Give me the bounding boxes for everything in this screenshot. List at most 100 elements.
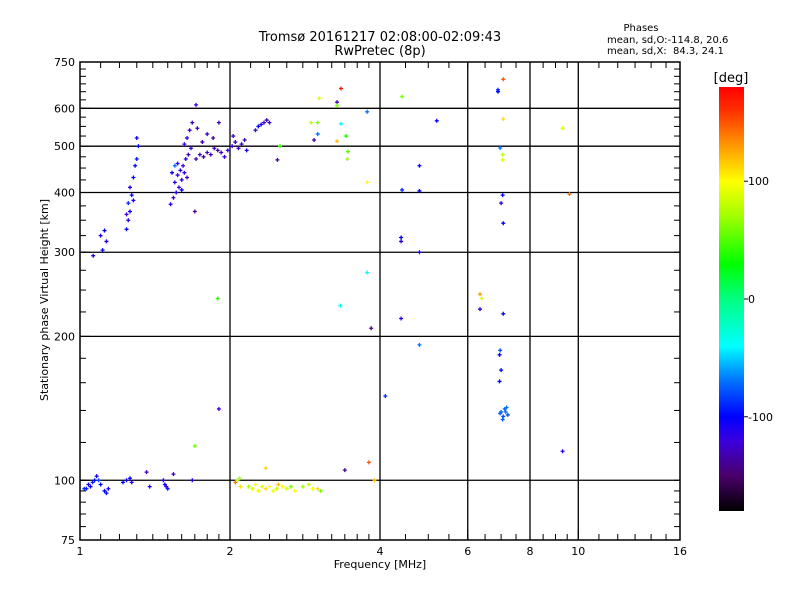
data-point xyxy=(96,478,101,483)
data-point xyxy=(260,484,265,489)
data-point xyxy=(499,201,504,206)
data-point xyxy=(288,484,293,489)
data-point xyxy=(505,412,510,417)
data-point xyxy=(216,406,221,411)
data-point xyxy=(497,352,502,357)
data-point xyxy=(253,482,258,487)
x-tick-label: 10 xyxy=(571,545,585,558)
data-point xyxy=(174,190,179,195)
data-point xyxy=(121,480,126,485)
data-point xyxy=(292,488,297,493)
data-point xyxy=(208,152,213,157)
data-point xyxy=(128,209,133,214)
data-point xyxy=(104,239,109,244)
data-point xyxy=(312,138,317,143)
data-point xyxy=(300,484,305,489)
data-points xyxy=(82,77,572,496)
data-point xyxy=(147,484,152,489)
data-point xyxy=(124,212,129,217)
data-point xyxy=(369,326,374,331)
data-point xyxy=(126,201,131,206)
data-point xyxy=(192,443,197,448)
colorbar-tick-label: 0 xyxy=(748,293,755,306)
data-point xyxy=(235,478,240,483)
data-point xyxy=(230,144,235,149)
data-point xyxy=(318,488,323,493)
data-point xyxy=(201,154,206,159)
data-point xyxy=(275,157,280,162)
data-point xyxy=(263,466,268,471)
data-point xyxy=(338,121,343,126)
data-point xyxy=(342,468,347,473)
colorbar xyxy=(719,87,744,511)
data-point xyxy=(215,296,220,301)
data-point xyxy=(417,163,422,168)
data-point xyxy=(168,202,173,207)
data-point xyxy=(185,175,190,180)
data-point xyxy=(501,221,506,226)
data-point xyxy=(100,248,105,253)
data-point xyxy=(215,148,220,153)
data-point xyxy=(315,486,320,491)
data-point xyxy=(131,175,136,180)
data-point xyxy=(106,486,111,491)
data-point xyxy=(179,177,184,182)
data-point xyxy=(345,149,350,154)
data-point xyxy=(128,185,133,190)
data-point xyxy=(365,109,370,114)
data-point xyxy=(383,394,388,399)
data-point xyxy=(399,316,404,321)
data-point xyxy=(501,311,506,316)
data-point xyxy=(309,120,314,125)
y-tick-label: 400 xyxy=(54,186,75,199)
data-point xyxy=(187,128,192,133)
data-point xyxy=(175,161,180,166)
data-point xyxy=(263,486,268,491)
data-point xyxy=(400,94,405,99)
data-point xyxy=(212,146,217,151)
data-point xyxy=(205,150,210,155)
data-point xyxy=(136,144,141,149)
data-point xyxy=(190,478,195,483)
data-point xyxy=(242,138,247,143)
data-point xyxy=(233,140,238,145)
data-point xyxy=(183,157,188,162)
data-point xyxy=(335,139,340,144)
data-point xyxy=(102,228,107,233)
data-point xyxy=(264,118,269,123)
data-point xyxy=(182,142,187,147)
data-point xyxy=(278,144,283,149)
data-point xyxy=(144,470,149,475)
data-point xyxy=(284,486,289,491)
data-point xyxy=(182,170,187,175)
data-point xyxy=(267,484,272,489)
data-point xyxy=(501,116,506,121)
x-tick-label: 2 xyxy=(227,545,234,558)
data-point xyxy=(222,154,227,159)
data-point xyxy=(499,368,504,373)
data-point xyxy=(178,168,183,173)
data-point xyxy=(498,348,503,353)
data-point xyxy=(200,140,205,145)
data-point xyxy=(175,173,180,178)
data-point xyxy=(338,303,343,308)
y-tick-label: 100 xyxy=(54,474,75,487)
data-point xyxy=(129,480,134,485)
data-point xyxy=(479,296,484,301)
data-point xyxy=(179,187,184,192)
y-tick-label: 600 xyxy=(54,102,75,115)
data-point xyxy=(225,148,230,153)
data-point xyxy=(91,253,96,258)
y-axis-label: Stationary phase Virtual Height [km] xyxy=(38,199,51,401)
colorbar-ticks: 100 0 -100 xyxy=(744,175,773,424)
data-point xyxy=(188,146,193,151)
data-point xyxy=(366,460,371,465)
grid-lines xyxy=(80,62,680,540)
data-point xyxy=(271,488,276,493)
data-point xyxy=(233,480,238,485)
data-point xyxy=(195,126,200,131)
data-point xyxy=(500,417,505,422)
data-point xyxy=(250,486,255,491)
data-point xyxy=(128,476,133,481)
data-point xyxy=(211,136,216,141)
